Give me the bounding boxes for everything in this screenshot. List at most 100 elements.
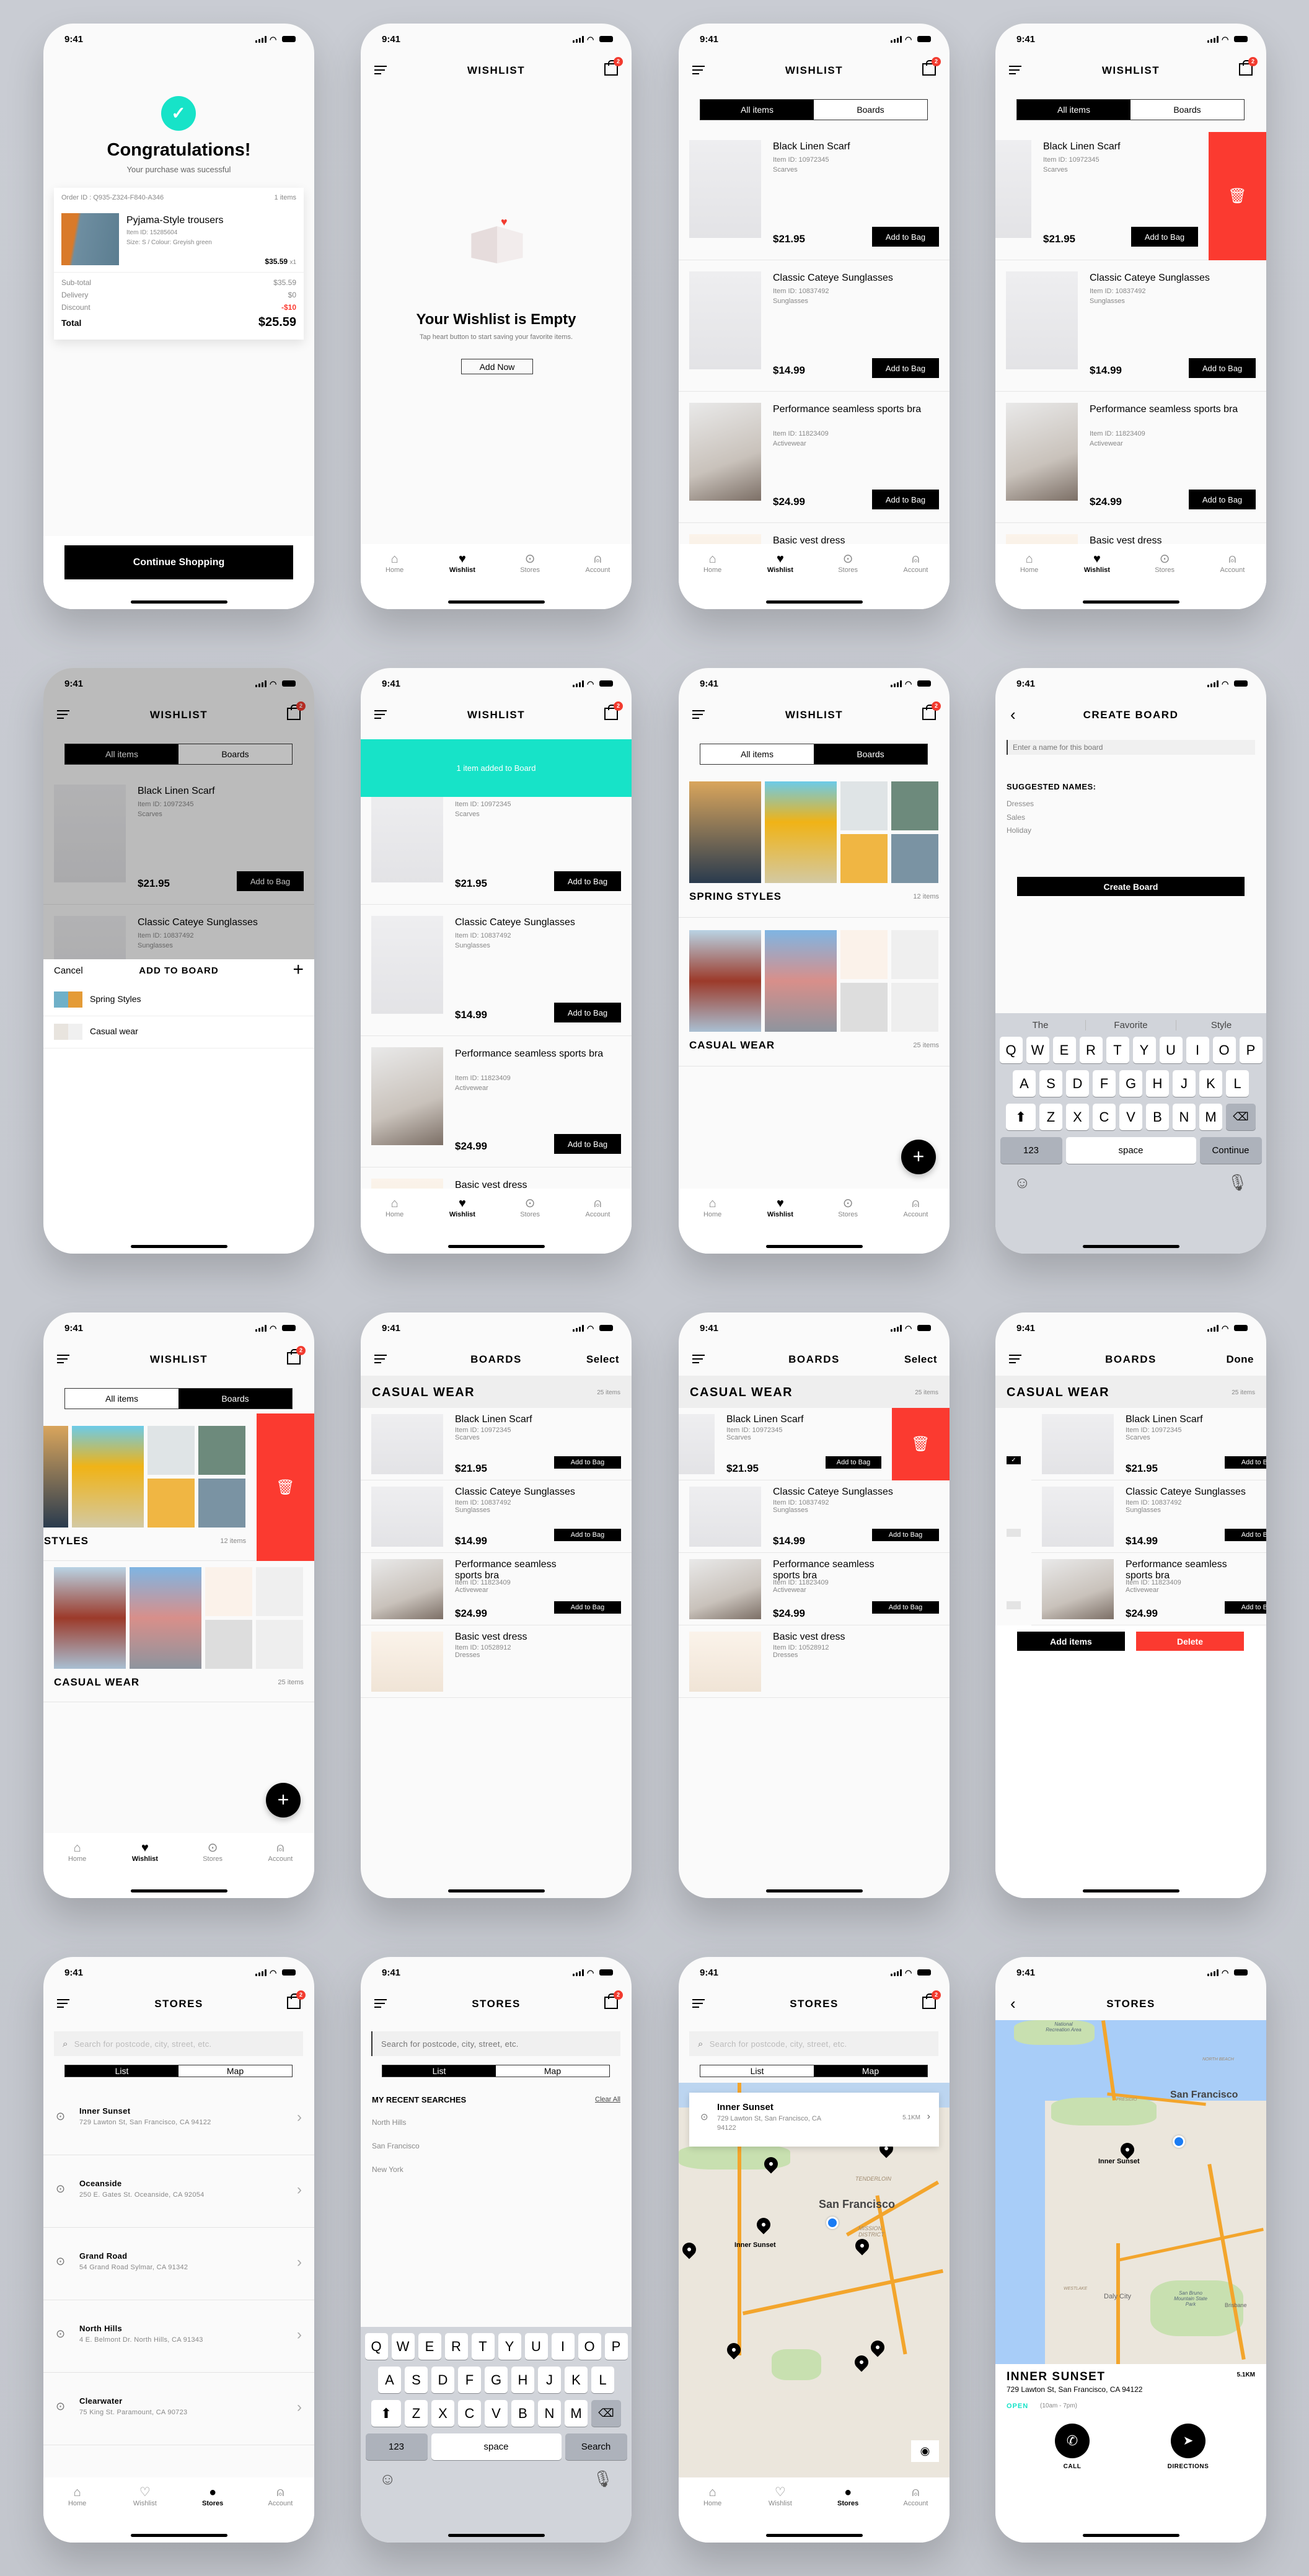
key-x[interactable]: X xyxy=(431,2400,454,2427)
key-z[interactable]: Z xyxy=(1039,1104,1062,1130)
shift-key[interactable]: ⬆ xyxy=(1006,1104,1036,1130)
select-checkbox[interactable] xyxy=(1007,1529,1021,1537)
tab-home[interactable]: ⌂ Home xyxy=(688,552,738,574)
backspace-key[interactable]: ⌫ xyxy=(591,2400,621,2427)
add-to-bag-button[interactable]: Add to Bag xyxy=(1131,227,1198,247)
store-row[interactable]: ⊙ Inner Sunset 729 Lawton St, San Francisc… xyxy=(43,2083,314,2155)
key-u[interactable]: U xyxy=(1159,1037,1183,1063)
shopping-bag-icon[interactable]: 2 xyxy=(604,701,623,720)
shopping-bag-icon[interactable]: 2 xyxy=(922,57,941,76)
key-j[interactable]: J xyxy=(1173,1070,1196,1097)
done-button[interactable]: Done xyxy=(1227,1353,1254,1366)
add-to-bag-button[interactable]: Add to Bag xyxy=(1225,1601,1266,1614)
key-o[interactable]: O xyxy=(1212,1037,1236,1063)
key-e[interactable]: E xyxy=(1052,1037,1076,1063)
suggestion-item[interactable]: Dresses xyxy=(1007,799,1034,808)
key-v[interactable]: V xyxy=(485,2400,508,2427)
key-d[interactable]: D xyxy=(1066,1070,1089,1097)
store-row[interactable]: ⊙ North Hills 4 E. Belmont Dr. North Hills… xyxy=(43,2300,314,2373)
shopping-bag-icon[interactable]: 2 xyxy=(287,1990,306,2009)
tab-stores[interactable]: ● Stores xyxy=(823,2485,873,2507)
key-w[interactable]: W xyxy=(391,2333,415,2360)
menu-icon[interactable] xyxy=(374,1999,387,2010)
emoji-icon[interactable]: ☺ xyxy=(1014,1173,1031,1192)
key-r[interactable]: R xyxy=(444,2333,468,2360)
add-to-bag-button[interactable]: Add to Bag xyxy=(872,1529,939,1541)
key-m[interactable]: M xyxy=(565,2400,588,2427)
key-continue[interactable]: Continue xyxy=(1199,1137,1262,1164)
product-row[interactable]: Black Linen ScarfItem ID: 10972345Scarve… xyxy=(1031,1408,1266,1480)
key-r[interactable]: R xyxy=(1079,1037,1103,1063)
recent-search-item[interactable]: North Hills xyxy=(372,2118,406,2127)
key-o[interactable]: O xyxy=(578,2333,601,2360)
key-p[interactable]: P xyxy=(604,2333,628,2360)
key-u[interactable]: U xyxy=(524,2333,548,2360)
key-g[interactable]: G xyxy=(485,2367,508,2393)
select-button[interactable]: Select xyxy=(904,1353,937,1366)
tab-wishlist[interactable]: ♥ Wishlist xyxy=(1072,552,1122,574)
tab-account[interactable]: ⍝ Account xyxy=(255,2485,305,2507)
board-name-input[interactable] xyxy=(1007,740,1255,755)
add-to-bag-button[interactable]: Add to Bag xyxy=(872,1601,939,1614)
key-m[interactable]: M xyxy=(1199,1104,1222,1130)
key-a[interactable]: A xyxy=(378,2367,401,2393)
product-row[interactable]: Classic Cateye Sunglasses Item ID: 108374… xyxy=(361,905,632,1036)
tab-stores[interactable]: ⊙ Stores xyxy=(188,1840,237,1863)
add-to-bag-button[interactable]: Add to Bag xyxy=(554,1456,621,1469)
segment-boards[interactable]: Boards xyxy=(814,100,927,120)
clear-all-link[interactable]: Clear All xyxy=(595,2096,620,2103)
store-row[interactable]: ⊙ Clearwater 75 King St. Paramount, CA 907… xyxy=(43,2373,314,2445)
product-row[interactable]: Black Linen ScarfItem ID: 10972345Scarve… xyxy=(679,129,950,260)
add-to-bag-button[interactable]: Add to Bag xyxy=(1225,1456,1266,1469)
segment-all-items[interactable]: All items xyxy=(65,1389,178,1409)
delete-swipe-button[interactable]: 🗑 xyxy=(1209,132,1266,260)
shopping-bag-icon[interactable]: 2 xyxy=(604,1990,623,2009)
key-123[interactable]: 123 xyxy=(1000,1137,1062,1164)
microphone-icon[interactable]: 🎙 xyxy=(1227,1173,1248,1192)
segment-boards[interactable]: Boards xyxy=(1130,100,1244,120)
select-checkbox[interactable] xyxy=(1007,1601,1021,1609)
menu-icon[interactable] xyxy=(374,1355,387,1366)
key-space[interactable]: space xyxy=(1065,1137,1196,1164)
key-q[interactable]: Q xyxy=(364,2333,388,2360)
add-to-bag-button[interactable]: Add to Bag xyxy=(554,1003,621,1022)
key-h[interactable]: H xyxy=(511,2367,534,2393)
segment-boards[interactable]: Boards xyxy=(178,1389,292,1409)
tab-stores[interactable]: ⊙ Stores xyxy=(505,552,555,574)
store-map-pin[interactable] xyxy=(1117,2140,1137,2160)
product-row[interactable]: Performance seamless sports bra Item ID: … xyxy=(679,392,950,523)
product-row[interactable]: Classic Cateye Sunglasses Item ID: 108374… xyxy=(1031,1480,1266,1553)
segment-all-items[interactable]: All items xyxy=(700,100,814,120)
product-row[interactable]: Basic vest dress Item ID: 10528912 Dresses xyxy=(679,1625,950,1698)
menu-icon[interactable] xyxy=(1009,1355,1021,1366)
tab-home[interactable]: ⌂ Home xyxy=(688,1196,738,1218)
menu-icon[interactable] xyxy=(374,710,387,721)
key-i[interactable]: I xyxy=(551,2333,575,2360)
menu-icon[interactable] xyxy=(374,66,387,77)
tab-account[interactable]: ⍝ Account xyxy=(573,552,622,574)
key-b[interactable]: B xyxy=(511,2400,534,2427)
product-row[interactable]: Classic Cateye Sunglasses Item ID: 108374… xyxy=(679,1480,950,1553)
tab-account[interactable]: ⍝ Account xyxy=(891,2485,940,2507)
store-map-pin[interactable] xyxy=(852,2352,871,2372)
store-search-input[interactable]: ⌕ Search for postcode, city, street, etc. xyxy=(689,2031,938,2056)
segment-map[interactable]: Map xyxy=(814,2065,927,2077)
tab-account[interactable]: ⍝ Account xyxy=(891,1196,940,1218)
product-row[interactable]: Classic Cateye Sunglasses Item ID: 108374… xyxy=(361,1480,632,1553)
shopping-bag-icon[interactable]: 2 xyxy=(922,701,941,720)
add-to-bag-button[interactable]: Add to Bag xyxy=(1225,1529,1266,1541)
continue-shopping-button[interactable]: Continue Shopping xyxy=(64,545,293,579)
key-n[interactable]: N xyxy=(1173,1104,1196,1130)
key-c[interactable]: C xyxy=(1093,1104,1116,1130)
product-row-swiped[interactable]: Black Linen Scarf Item ID: 10972345 Scarve… xyxy=(679,1408,892,1480)
tab-account[interactable]: ⍝ Account xyxy=(573,1196,622,1218)
delete-swipe-button[interactable]: 🗑 xyxy=(892,1408,950,1480)
menu-icon[interactable] xyxy=(1009,66,1021,77)
key-p[interactable]: P xyxy=(1239,1037,1263,1063)
tab-wishlist[interactable]: ♥ Wishlist xyxy=(756,1196,805,1218)
key-f[interactable]: F xyxy=(458,2367,481,2393)
tab-stores[interactable]: ⊙ Stores xyxy=(823,1196,873,1218)
tab-home[interactable]: ⌂ Home xyxy=(688,2485,738,2507)
key-a[interactable]: A xyxy=(1013,1070,1036,1097)
tab-stores[interactable]: ● Stores xyxy=(188,2485,237,2507)
